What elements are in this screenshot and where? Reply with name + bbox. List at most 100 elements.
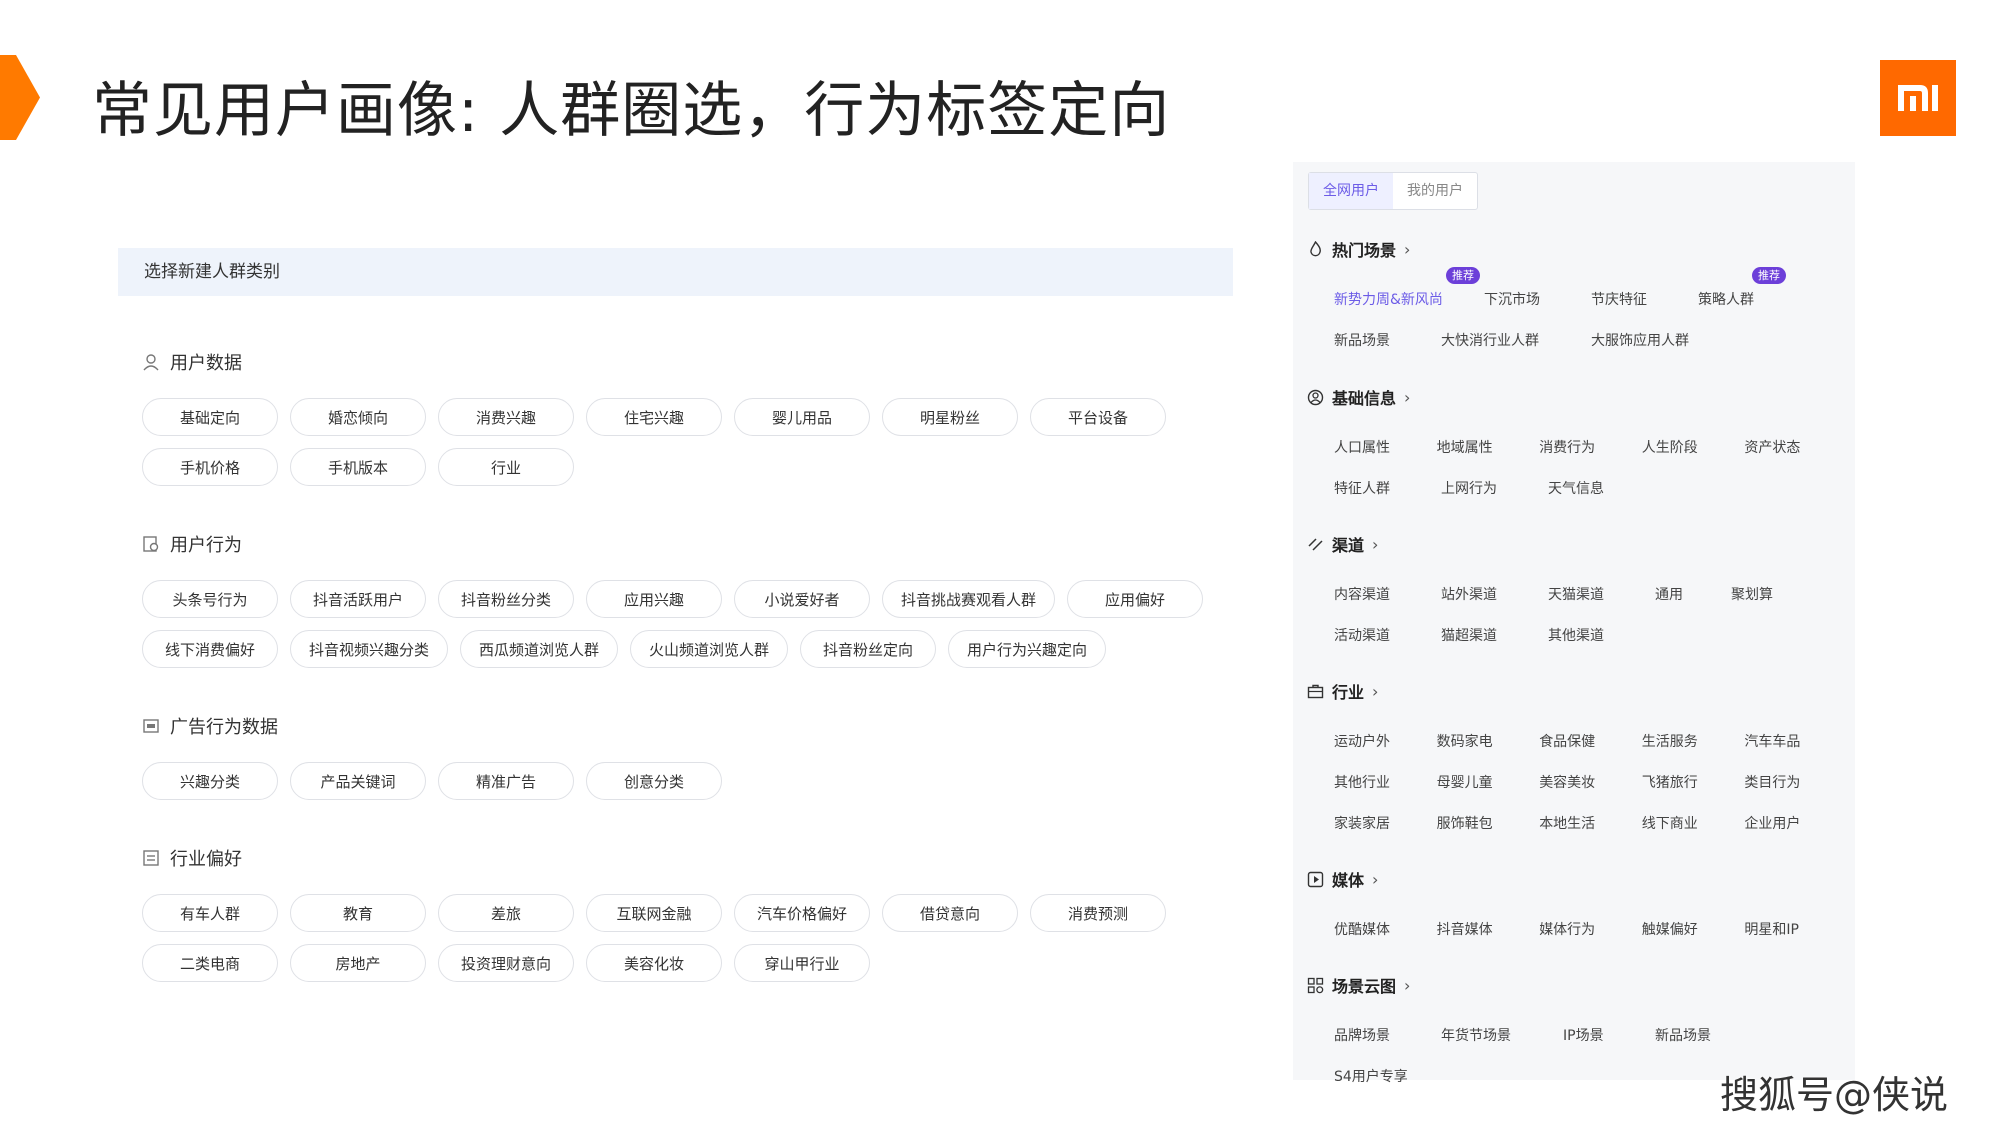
rp-item[interactable]: 线下商业 bbox=[1642, 813, 1745, 833]
rp-item[interactable]: 节庆特征 bbox=[1591, 289, 1698, 309]
tag-pill[interactable]: 美容化妆 bbox=[586, 944, 722, 982]
rp-section-title[interactable]: 媒体 › bbox=[1307, 868, 1847, 890]
rp-item[interactable]: 内容渠道 bbox=[1334, 584, 1441, 604]
rp-item[interactable]: 人生阶段 bbox=[1642, 437, 1745, 457]
user-data-icon bbox=[143, 354, 159, 371]
rp-item[interactable]: 运动户外 bbox=[1334, 731, 1437, 751]
rp-item[interactable]: 站外渠道 bbox=[1441, 584, 1548, 604]
tag-pill[interactable]: 投资理财意向 bbox=[438, 944, 574, 982]
rp-item[interactable]: 地域属性 bbox=[1437, 437, 1540, 457]
tag-pill[interactable]: 用户行为兴趣定向 bbox=[948, 630, 1107, 668]
tag-pill[interactable]: 火山频道浏览人群 bbox=[630, 630, 789, 668]
tag-pill[interactable]: 抖音视频兴趣分类 bbox=[290, 630, 449, 668]
tag-pill[interactable]: 互联网金融 bbox=[586, 894, 722, 932]
rp-item[interactable]: 品牌场景 bbox=[1334, 1025, 1441, 1045]
tag-pill[interactable]: 婚恋倾向 bbox=[290, 398, 426, 436]
rp-item[interactable]: 新品场景 bbox=[1334, 330, 1441, 350]
section-label: 广告行为数据 bbox=[170, 717, 278, 738]
section-label: 用户数据 bbox=[170, 353, 242, 374]
rp-item[interactable]: 新品场景 bbox=[1655, 1025, 1762, 1045]
rp-item[interactable]: 服饰鞋包 bbox=[1437, 813, 1540, 833]
rp-item[interactable]: 母婴儿童 bbox=[1437, 772, 1540, 792]
rp-item[interactable]: 资产状态 bbox=[1744, 437, 1847, 457]
tag-pill[interactable]: 抖音挑战赛观看人群 bbox=[882, 580, 1056, 618]
tag-pill[interactable]: 手机版本 bbox=[290, 448, 426, 486]
rp-item[interactable]: 类目行为 bbox=[1744, 772, 1847, 792]
rp-item[interactable]: 美容美妆 bbox=[1539, 772, 1642, 792]
tag-pill[interactable]: 基础定向 bbox=[142, 398, 278, 436]
rp-item[interactable]: 触媒偏好 bbox=[1642, 919, 1745, 939]
rp-item[interactable]: 抖音媒体 bbox=[1437, 919, 1540, 939]
tag-pill[interactable]: 创意分类 bbox=[586, 762, 722, 800]
tag-pill[interactable]: 小说爱好者 bbox=[734, 580, 870, 618]
rp-item[interactable]: 生活服务 bbox=[1642, 731, 1745, 751]
new-audience-header: 选择新建人群类别 bbox=[118, 248, 1233, 296]
tag-pill[interactable]: 应用偏好 bbox=[1067, 580, 1204, 618]
tag-pill[interactable]: 产品关键词 bbox=[290, 762, 426, 800]
tag-pill[interactable]: 抖音活跃用户 bbox=[290, 580, 426, 618]
tag-pill[interactable]: 婴儿用品 bbox=[734, 398, 870, 436]
rp-item[interactable]: 通用 bbox=[1655, 584, 1731, 604]
tag-pill[interactable]: 兴趣分类 bbox=[142, 762, 278, 800]
rp-item[interactable]: 汽车车品 bbox=[1744, 731, 1847, 751]
rp-item[interactable]: 猫超渠道 bbox=[1441, 625, 1548, 645]
rp-item[interactable]: 优酷媒体 bbox=[1334, 919, 1437, 939]
rp-item[interactable]: IP场景 bbox=[1563, 1025, 1655, 1045]
tag-pill[interactable]: 教育 bbox=[290, 894, 426, 932]
rp-item[interactable]: 食品保健 bbox=[1539, 731, 1642, 751]
tag-pill[interactable]: 消费预测 bbox=[1030, 894, 1166, 932]
rp-section-title[interactable]: 渠道 › bbox=[1307, 533, 1847, 555]
tag-pill[interactable]: 差旅 bbox=[438, 894, 574, 932]
rp-item[interactable]: 天气信息 bbox=[1548, 478, 1655, 498]
tag-pill[interactable]: 抖音粉丝定向 bbox=[800, 630, 937, 668]
tag-pill[interactable]: 平台设备 bbox=[1030, 398, 1166, 436]
rp-item[interactable]: 大快消行业人群 bbox=[1441, 330, 1591, 350]
tag-pill[interactable]: 消费兴趣 bbox=[438, 398, 574, 436]
tag-pill[interactable]: 明星粉丝 bbox=[882, 398, 1018, 436]
rp-item[interactable]: 特征人群 bbox=[1334, 478, 1441, 498]
rp-item[interactable]: 下沉市场 bbox=[1484, 289, 1591, 309]
tag-pill[interactable]: 西瓜频道浏览人群 bbox=[460, 630, 619, 668]
rp-item[interactable]: 年货节场景 bbox=[1441, 1025, 1563, 1045]
rp-item[interactable]: 家装家居 bbox=[1334, 813, 1437, 833]
tag-pill[interactable]: 有车人群 bbox=[142, 894, 278, 932]
tag-pill[interactable]: 行业 bbox=[438, 448, 574, 486]
rp-item[interactable]: 本地生活 bbox=[1539, 813, 1642, 833]
tag-pill[interactable]: 抖音粉丝分类 bbox=[438, 580, 574, 618]
rp-item[interactable]: 其他渠道 bbox=[1548, 625, 1655, 645]
tag-pill[interactable]: 穿山甲行业 bbox=[734, 944, 870, 982]
tag-pill[interactable]: 住宅兴趣 bbox=[586, 398, 722, 436]
rp-item[interactable]: 媒体行为 bbox=[1539, 919, 1642, 939]
tag-pill[interactable]: 精准广告 bbox=[438, 762, 574, 800]
rp-item[interactable]: 其他行业 bbox=[1334, 772, 1437, 792]
tag-pill[interactable]: 借贷意向 bbox=[882, 894, 1018, 932]
rp-item[interactable]: 活动渠道 bbox=[1334, 625, 1441, 645]
tag-pill[interactable]: 应用兴趣 bbox=[586, 580, 722, 618]
rp-section-title[interactable]: 热门场景 › bbox=[1307, 238, 1847, 260]
rp-item[interactable]: S4用户专享 bbox=[1334, 1066, 1441, 1086]
rp-item[interactable]: 大服饰应用人群 bbox=[1591, 330, 1741, 350]
rp-item[interactable]: 聚划算 bbox=[1731, 584, 1838, 604]
tag-pill[interactable]: 手机价格 bbox=[142, 448, 278, 486]
rp-item[interactable]: 明星和IP bbox=[1744, 919, 1847, 939]
tag-pill[interactable]: 线下消费偏好 bbox=[142, 630, 278, 668]
rp-item[interactable]: 飞猪旅行 bbox=[1642, 772, 1745, 792]
rp-item[interactable]: 消费行为 bbox=[1539, 437, 1642, 457]
rp-item[interactable]: 数码家电 bbox=[1437, 731, 1540, 751]
rp-item[interactable]: 策略人群 推荐 bbox=[1698, 266, 1805, 309]
rp-item[interactable]: 天猫渠道 bbox=[1548, 584, 1655, 604]
left-panel: 选择新建人群类别 用户数据 基础定向 婚恋倾向 消费兴趣 住宅兴趣 婴儿用品 明… bbox=[118, 240, 1233, 1000]
tag-pill[interactable]: 二类电商 bbox=[142, 944, 278, 982]
tag-pill[interactable]: 头条号行为 bbox=[142, 580, 278, 618]
tag-pill[interactable]: 汽车价格偏好 bbox=[734, 894, 870, 932]
rp-item[interactable]: 上网行为 bbox=[1441, 478, 1548, 498]
rp-section-title[interactable]: 行业 › bbox=[1307, 680, 1847, 702]
tab-all-users[interactable]: 全网用户 bbox=[1309, 173, 1393, 209]
rp-section-title[interactable]: 场景云图 › bbox=[1307, 974, 1847, 996]
rp-section-title[interactable]: 基础信息 › bbox=[1307, 386, 1847, 408]
tab-my-users[interactable]: 我的用户 bbox=[1393, 173, 1477, 209]
rp-item[interactable]: 企业用户 bbox=[1744, 813, 1847, 833]
rp-item-active[interactable]: 新势力周&新风尚 推荐 bbox=[1334, 266, 1484, 309]
tag-pill[interactable]: 房地产 bbox=[290, 944, 426, 982]
rp-item[interactable]: 人口属性 bbox=[1334, 437, 1437, 457]
